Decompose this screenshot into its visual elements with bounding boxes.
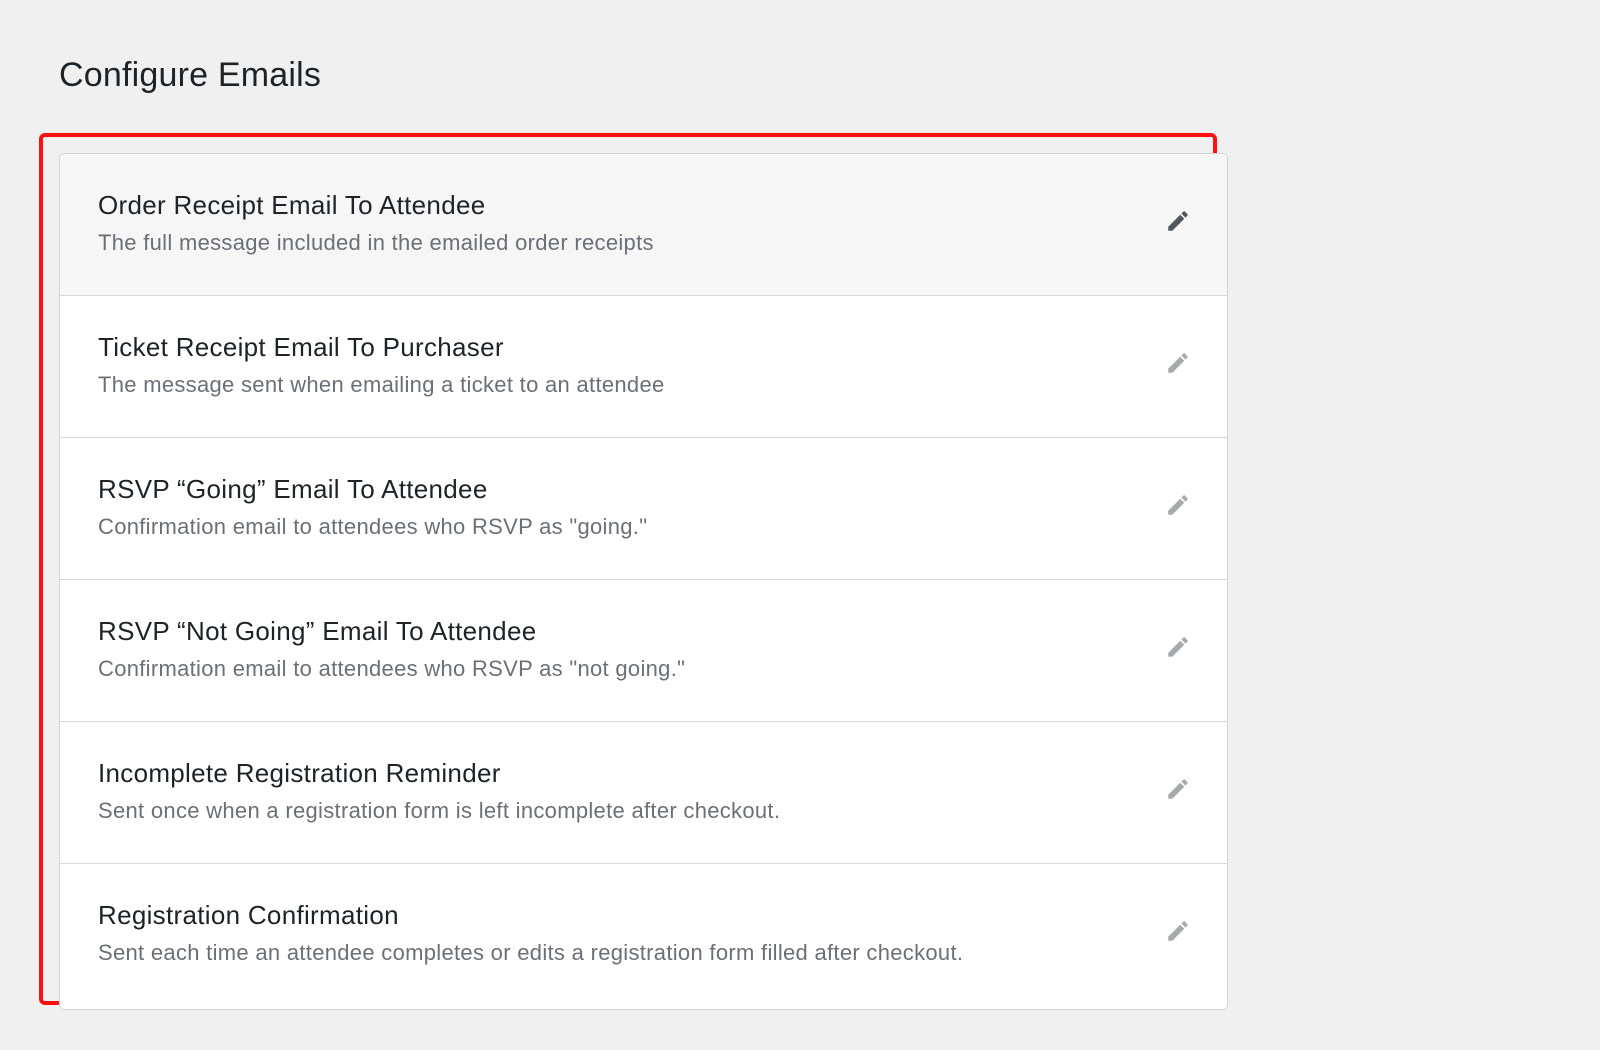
pencil-icon (1165, 208, 1191, 234)
email-description: The full message included in the emailed… (98, 230, 654, 255)
email-description: Sent each time an attendee completes or … (98, 940, 964, 965)
pencil-icon (1165, 918, 1191, 944)
edit-email-button[interactable] (1163, 206, 1193, 236)
email-row-rsvp-not-going[interactable]: RSVP “Not Going” Email To Attendee Confi… (60, 580, 1227, 722)
email-row-order-receipt[interactable]: Order Receipt Email To Attendee The full… (60, 154, 1227, 296)
email-description: Confirmation email to attendees who RSVP… (98, 514, 648, 539)
pencil-icon (1165, 776, 1191, 802)
email-title: RSVP “Not Going” Email To Attendee (98, 616, 537, 646)
email-description: The message sent when emailing a ticket … (98, 372, 665, 397)
pencil-icon (1165, 492, 1191, 518)
email-row-registration-confirmation[interactable]: Registration Confirmation Sent each time… (60, 864, 1227, 1006)
email-title: Ticket Receipt Email To Purchaser (98, 332, 504, 362)
email-title: Order Receipt Email To Attendee (98, 190, 486, 220)
pencil-icon (1165, 634, 1191, 660)
email-description: Sent once when a registration form is le… (98, 798, 781, 823)
edit-email-button[interactable] (1163, 774, 1193, 804)
page-title: Configure Emails (59, 56, 322, 94)
email-title: RSVP “Going” Email To Attendee (98, 474, 488, 504)
edit-email-button[interactable] (1163, 490, 1193, 520)
pencil-icon (1165, 350, 1191, 376)
configure-emails-page: Configure Emails Order Receipt Email To … (0, 0, 1600, 1050)
email-row-incomplete-registration-reminder[interactable]: Incomplete Registration Reminder Sent on… (60, 722, 1227, 864)
email-title: Registration Confirmation (98, 900, 399, 930)
email-row-rsvp-going[interactable]: RSVP “Going” Email To Attendee Confirmat… (60, 438, 1227, 580)
edit-email-button[interactable] (1163, 632, 1193, 662)
email-settings-list: Order Receipt Email To Attendee The full… (59, 153, 1228, 1010)
edit-email-button[interactable] (1163, 348, 1193, 378)
email-row-ticket-receipt[interactable]: Ticket Receipt Email To Purchaser The me… (60, 296, 1227, 438)
edit-email-button[interactable] (1163, 916, 1193, 946)
email-description: Confirmation email to attendees who RSVP… (98, 656, 686, 681)
email-title: Incomplete Registration Reminder (98, 758, 501, 788)
